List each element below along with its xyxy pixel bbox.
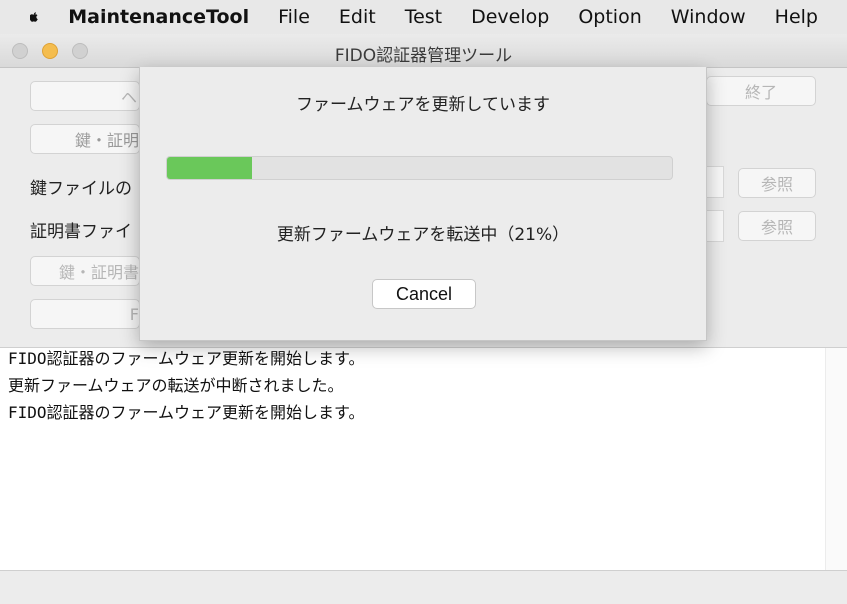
menu-file[interactable]: File — [278, 6, 310, 28]
top-action-button[interactable]: ヘ — [30, 81, 140, 111]
key-cert-delete-label: 鍵・証明書 — [58, 263, 139, 282]
window-titlebar[interactable]: FIDO認証器管理ツール — [0, 34, 847, 68]
progress-status-text: 更新ファームウェアを転送中（21%） — [276, 225, 570, 245]
log-line: FIDO認証器のファームウェア更新を開始します。 — [8, 349, 365, 368]
firmware-update-dialog: ファームウェアを更新しています 更新ファームウェアを転送中（21%） Cance… — [139, 67, 707, 341]
cert-file-path-field[interactable] — [706, 210, 724, 242]
quit-button-label: 終了 — [744, 83, 777, 102]
log-line: FIDO認証器のファームウェア更新を開始します。 — [8, 403, 365, 422]
progress-bar — [166, 156, 673, 180]
dialog-title: ファームウェアを更新しています — [296, 95, 550, 115]
menu-window[interactable]: Window — [671, 6, 746, 28]
key-cert-install-button[interactable]: 鍵・証明 — [30, 124, 140, 154]
menu-bar: MaintenanceTool File Edit Test Develop O… — [0, 0, 847, 34]
progress-fill — [167, 157, 252, 179]
firmware-update-label: F — [129, 304, 139, 324]
browse-key-label: 参照 — [760, 175, 793, 194]
menu-edit[interactable]: Edit — [339, 6, 376, 28]
apple-logo-icon[interactable] — [30, 5, 38, 29]
quit-button[interactable]: 終了 — [706, 76, 816, 106]
menu-app-name[interactable]: MaintenanceTool — [68, 6, 249, 28]
menu-option[interactable]: Option — [578, 6, 641, 28]
log-textarea[interactable]: FIDO認証器のファームウェア更新を開始します。 更新ファームウェアの転送が中断… — [0, 347, 847, 571]
log-scrollbar[interactable] — [825, 348, 847, 570]
key-file-label: 鍵ファイルの — [30, 179, 132, 199]
log-line: 更新ファームウェアの転送が中断されました。 — [8, 376, 344, 395]
browse-key-button[interactable]: 参照 — [738, 168, 816, 198]
cert-file-label: 証明書ファイ — [30, 222, 132, 242]
cancel-button[interactable]: Cancel — [372, 279, 476, 309]
window-title: FIDO認証器管理ツール — [334, 46, 513, 66]
menu-test[interactable]: Test — [405, 6, 442, 28]
key-cert-install-label: 鍵・証明 — [74, 131, 139, 150]
menu-help[interactable]: Help — [775, 6, 818, 28]
menu-develop[interactable]: Develop — [471, 6, 549, 28]
firmware-update-button[interactable]: F — [30, 299, 140, 329]
status-bar — [0, 571, 847, 604]
browse-cert-label: 参照 — [760, 218, 793, 237]
key-file-path-field[interactable] — [706, 166, 724, 198]
key-cert-delete-button[interactable]: 鍵・証明書 — [30, 256, 140, 286]
browse-cert-button[interactable]: 参照 — [738, 211, 816, 241]
